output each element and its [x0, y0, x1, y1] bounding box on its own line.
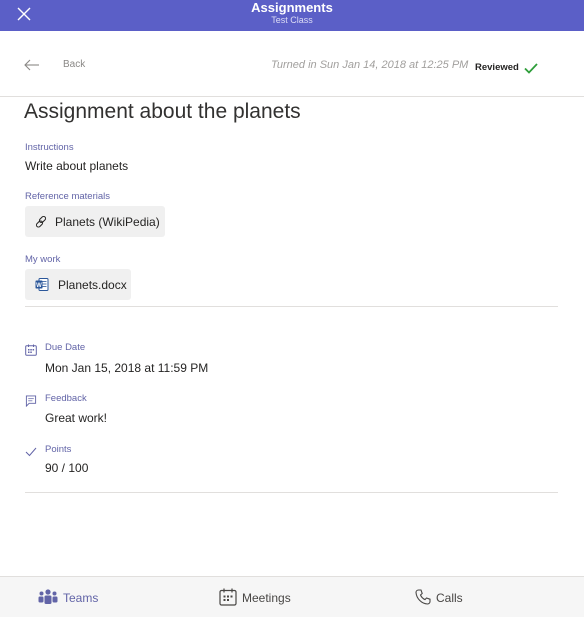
calendar-icon	[25, 344, 37, 356]
points-label: Points	[45, 444, 72, 455]
assignment-header: Back Turned in Sun Jan 14, 2018 at 12:25…	[0, 31, 584, 97]
tab-calls[interactable]: Calls	[415, 577, 475, 617]
window-subtitle: Test Class	[271, 15, 313, 25]
comment-icon	[25, 395, 37, 407]
window-title: Assignments	[251, 0, 333, 15]
reference-link-label: Planets (WikiPedia)	[55, 215, 160, 229]
instructions-text: Write about planets	[25, 159, 129, 173]
link-icon	[35, 215, 47, 228]
instructions-label: Instructions	[25, 142, 74, 153]
points-value: 90 / 100	[45, 461, 89, 475]
tab-teams-label: Teams	[63, 591, 99, 605]
bottom-tab-bar: Teams Meetings Calls	[0, 576, 584, 617]
svg-text:W: W	[36, 283, 42, 289]
title-group: Assignments Test Class	[0, 0, 584, 26]
my-work-label: My work	[25, 254, 61, 265]
phone-icon	[415, 589, 431, 605]
tab-teams[interactable]: Teams	[38, 577, 118, 617]
status-badge: Reviewed	[475, 62, 519, 73]
due-date-value: Mon Jan 15, 2018 at 11:59 PM	[45, 361, 209, 375]
back-button[interactable]: Back	[63, 59, 85, 70]
assignment-title: Assignment about the planets	[24, 100, 301, 123]
tab-calls-label: Calls	[436, 591, 463, 605]
my-work-file-label: Planets.docx	[58, 278, 127, 292]
meetings-calendar-icon	[219, 588, 237, 606]
title-bar: Assignments Test Class	[0, 0, 584, 31]
points-check-icon	[25, 447, 37, 457]
my-work-file-chip[interactable]: W Planets.docx	[25, 269, 131, 300]
reviewed-check-icon	[524, 63, 538, 74]
tab-meetings[interactable]: Meetings	[219, 577, 309, 617]
feedback-label: Feedback	[45, 393, 87, 404]
tab-meetings-label: Meetings	[242, 591, 291, 605]
turned-in-timestamp: Turned in Sun Jan 14, 2018 at 12:25 PM	[271, 59, 469, 71]
back-arrow-icon[interactable]	[24, 59, 40, 71]
section-divider	[25, 492, 558, 493]
reference-link-chip[interactable]: Planets (WikiPedia)	[25, 206, 165, 237]
due-date-label: Due Date	[45, 342, 86, 353]
feedback-value: Great work!	[45, 411, 108, 425]
teams-icon	[38, 589, 58, 604]
word-doc-icon: W	[35, 278, 49, 291]
section-divider	[25, 306, 558, 307]
reference-materials-label: Reference materials	[25, 191, 111, 202]
